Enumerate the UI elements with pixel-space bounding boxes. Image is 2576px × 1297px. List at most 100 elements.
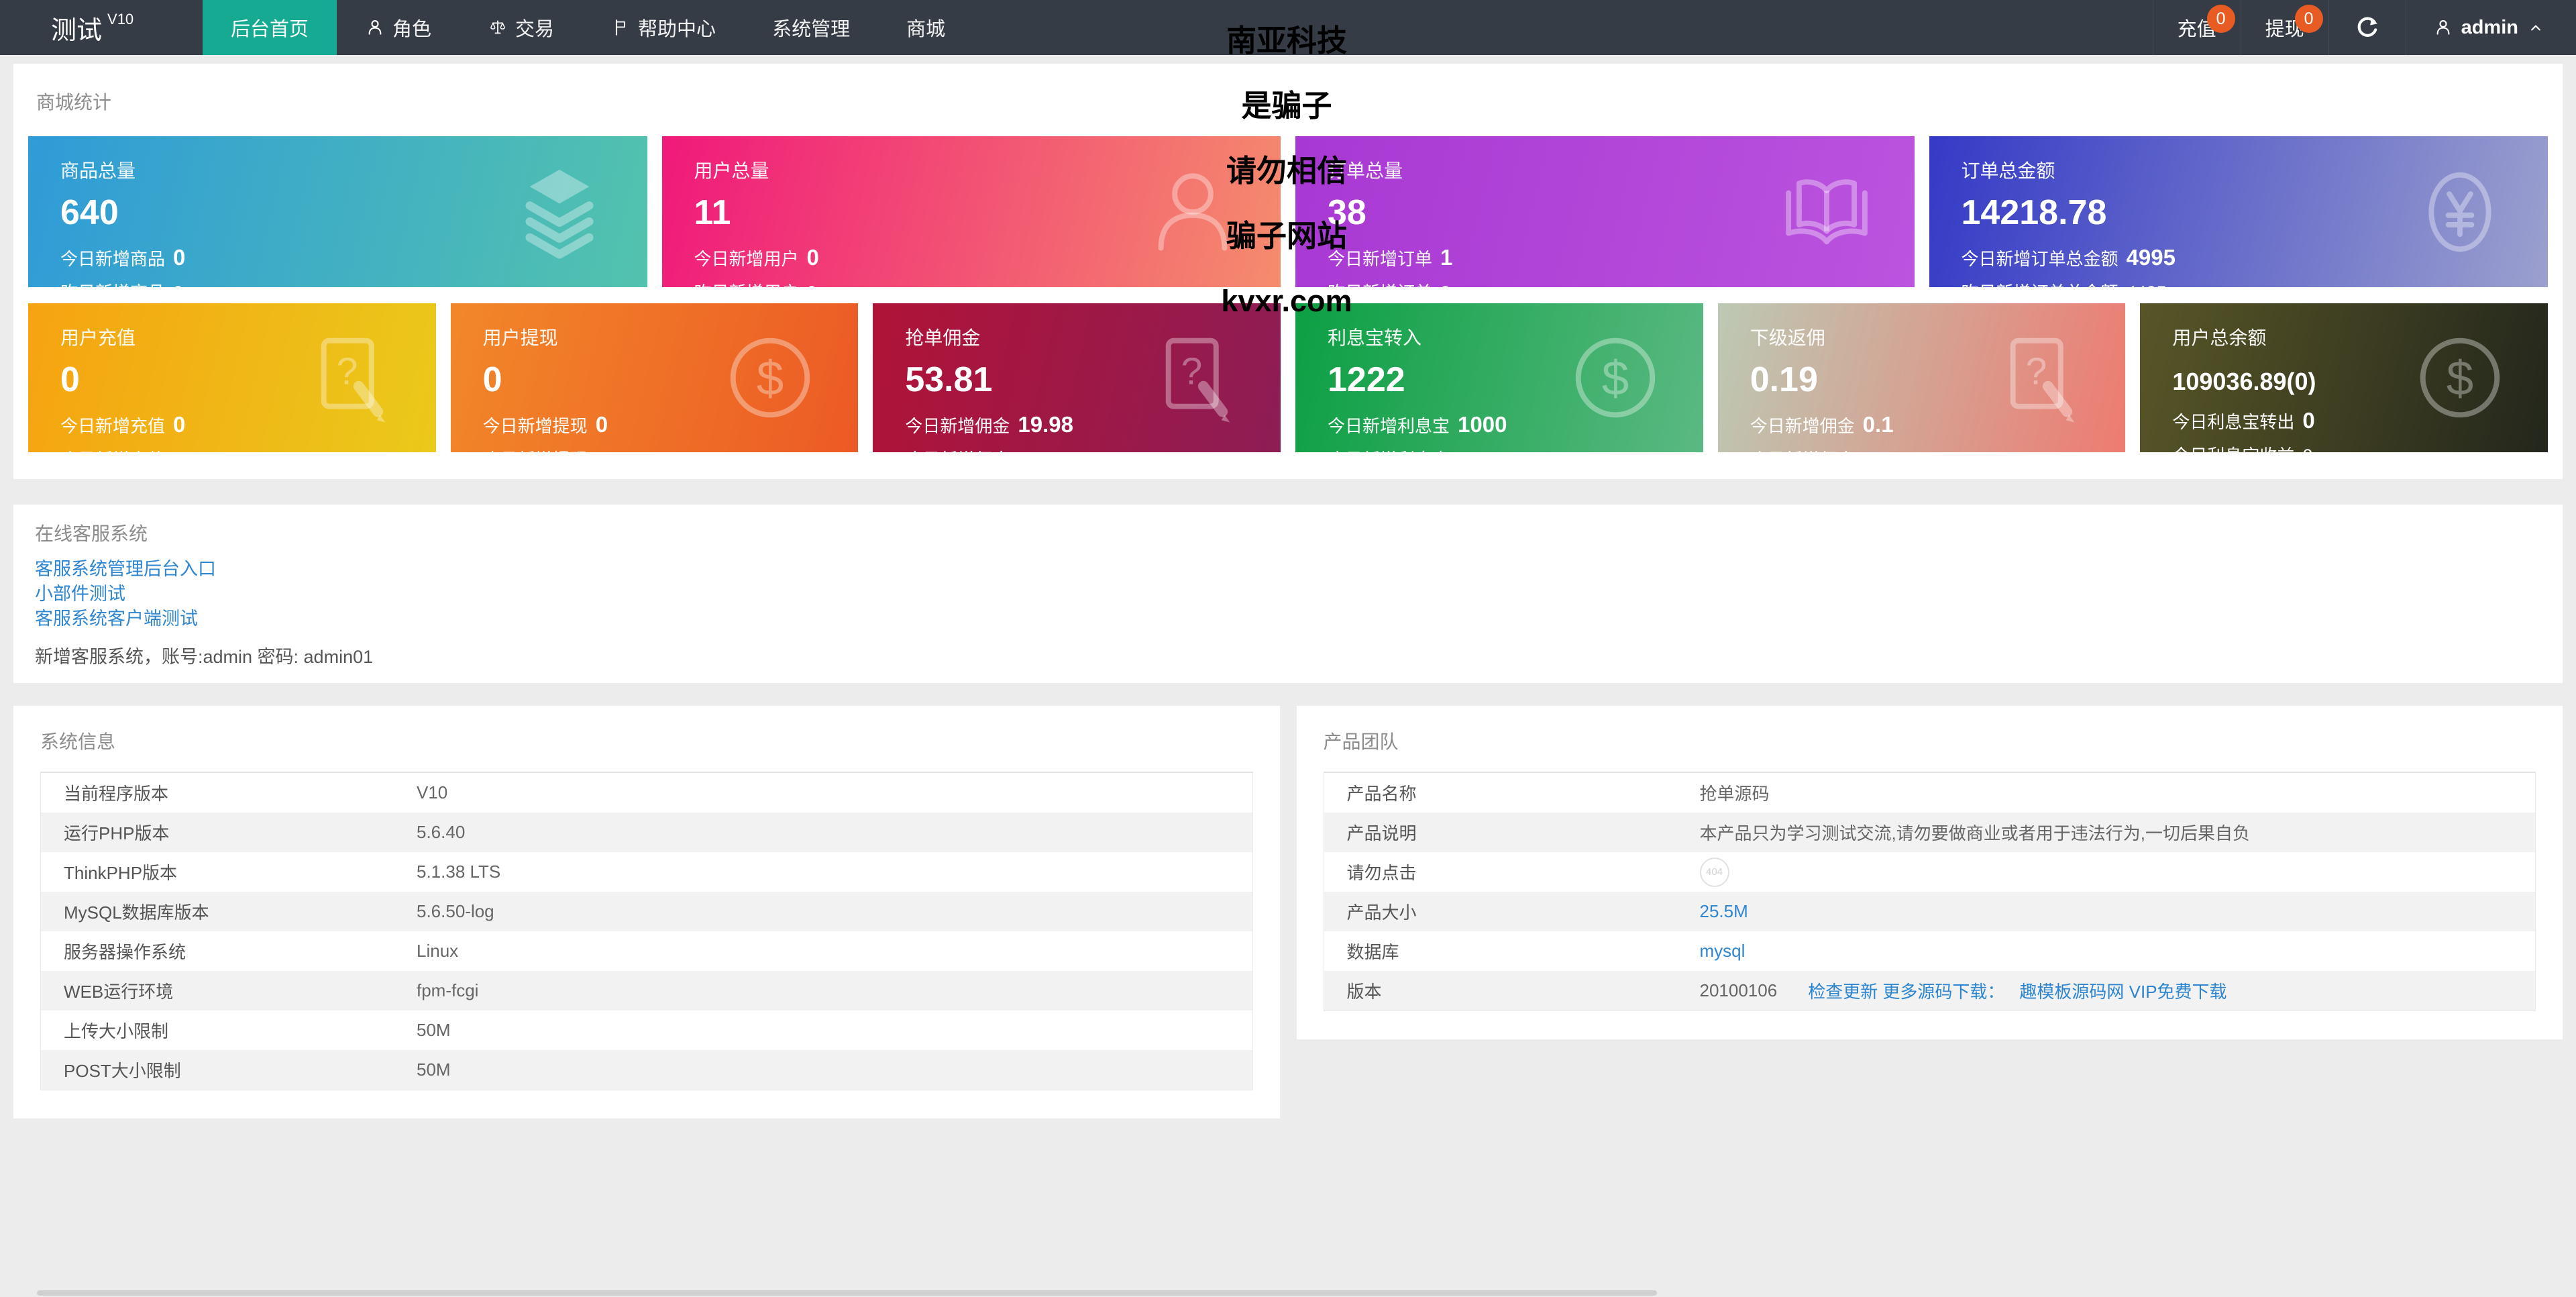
stat-line-label: 今日新增用户 xyxy=(694,249,799,269)
service-client-test-link[interactable]: 客服系统客户端测试 xyxy=(35,607,2541,631)
book-icon xyxy=(1774,159,1880,265)
stat-card-total-orders: 订单总量 38 今日新增订单1 昨日新增订单2 xyxy=(1295,136,1915,287)
row-label: 请勿点击 xyxy=(1346,863,1417,883)
tab-help-center-label: 帮助中心 xyxy=(638,19,716,40)
table-row: POST大小限制 50M xyxy=(41,1050,1252,1090)
service-links: 客服系统管理后台入口 小部件测试 客服系统客户端测试 xyxy=(35,557,2541,631)
stat-line-label: 今日新增佣金 xyxy=(905,416,1010,436)
stat-line-label: 昨日新增用户 xyxy=(694,279,799,287)
stats-row-2: 用户充值 0 今日新增充值0 昨日新增充值0 用户提现 0 今日新增提现0 昨日… xyxy=(28,303,2548,452)
stat-line-label: 今日新增订单总金额 xyxy=(1961,249,2118,269)
product-team-table: 产品名称 抢单源码 产品说明 本产品只为学习测试交流,请勿要做商业或者用于违法行… xyxy=(1323,772,2536,1011)
row-value: 404 xyxy=(1699,857,1729,887)
stat-line-label: 今日新增充值 xyxy=(60,416,166,436)
chevron-up-icon xyxy=(2528,19,2544,36)
tab-trade[interactable]: 交易 xyxy=(460,0,582,55)
table-row: 服务器操作系统 Linux xyxy=(41,931,1252,971)
tab-help-center[interactable]: 帮助中心 xyxy=(582,0,744,55)
stat-card-order-commission: 抢单佣金 53.81 今日新增佣金19.98 昨日新增佣金17.98 xyxy=(873,303,1281,452)
user-icon xyxy=(1140,159,1246,265)
stat-card-total-users: 用户总量 11 今日新增用户0 昨日新增用户0 xyxy=(661,136,1281,287)
stat-line-value: 0 xyxy=(806,245,819,270)
horizontal-scrollbar[interactable] xyxy=(37,1290,1657,1296)
refresh-button[interactable] xyxy=(2328,0,2406,55)
tab-roles[interactable]: 角色 xyxy=(337,0,460,55)
check-update-link[interactable]: 检查更新 更多源码下载： xyxy=(1808,978,2004,1003)
table-row: 请勿点击 404 xyxy=(1324,852,2535,892)
stat-line-label: 昨日新增充值 xyxy=(60,446,165,452)
stat-line-label: 昨日新增利息宝 xyxy=(1328,446,1450,452)
row-label: WEB运行环境 xyxy=(64,982,174,1002)
stat-line-value: 4495 xyxy=(2127,282,2167,287)
table-row: MySQL数据库版本 5.6.50-log xyxy=(41,892,1252,931)
stat-line-value: 0 xyxy=(596,450,606,452)
stat-line-value: 0 xyxy=(2302,446,2312,452)
stat-card-user-recharge: 用户充值 0 今日新增充值0 昨日新增充值0 xyxy=(28,303,436,452)
table-row: 版本 20100106 检查更新 更多源码下载： 趣模板源码网 VIP免费下载 xyxy=(1324,971,2535,1010)
broken-image-404-icon: 404 xyxy=(1699,857,1729,887)
row-value: 5.6.50-log xyxy=(417,901,494,921)
tab-dashboard-label: 后台首页 xyxy=(231,19,309,40)
stat-line-label: 今日新增利息宝 xyxy=(1328,416,1450,436)
stat-line-value: 4995 xyxy=(2126,245,2176,270)
service-admin-entry-link[interactable]: 客服系统管理后台入口 xyxy=(35,557,2541,582)
tab-system-management-label: 系统管理 xyxy=(772,19,851,40)
tab-shop-label: 商城 xyxy=(906,19,946,40)
version-number: 20100106 xyxy=(1699,980,1778,1000)
user-icon xyxy=(365,17,385,38)
dollar-circle-icon xyxy=(2407,325,2513,431)
withdraw-button[interactable]: 提现 0 xyxy=(2240,0,2328,55)
database-link[interactable]: mysql xyxy=(1700,941,1746,962)
system-info-panel: 系统信息 当前程序版本 V10 运行PHP版本 5.6.40 ThinkPHP版本 5… xyxy=(13,706,1280,1119)
row-value: 抢单源码 xyxy=(1699,784,1770,804)
row-value: Linux xyxy=(417,941,459,961)
template-site-link[interactable]: 趣模板源码网 VIP免费下载 xyxy=(2019,978,2226,1003)
tab-dashboard[interactable]: 后台首页 xyxy=(203,0,337,55)
tab-shop[interactable]: 商城 xyxy=(878,0,973,55)
dollar-circle-icon xyxy=(717,325,823,431)
row-label: 版本 xyxy=(1346,982,1382,1002)
stat-line-label: 昨日新增提现 xyxy=(483,446,588,452)
recharge-button[interactable]: 充值 0 xyxy=(2152,0,2241,55)
product-size-link[interactable]: 25.5M xyxy=(1700,901,1748,922)
username: admin xyxy=(2461,16,2518,38)
brand-version: V10 xyxy=(107,11,134,28)
layers-icon xyxy=(506,159,612,265)
product-team-panel: 产品团队 产品名称 抢单源码 产品说明 本产品只为学习测试交流,请勿要做商业或者… xyxy=(1296,706,2563,1039)
row-label: 产品名称 xyxy=(1346,784,1417,804)
row-value: 50M xyxy=(417,1020,451,1040)
stat-line-value: 0 xyxy=(173,412,186,437)
stat-line-value: 0.09 xyxy=(1863,450,1898,452)
widget-test-link[interactable]: 小部件测试 xyxy=(35,582,2541,607)
tab-system-management[interactable]: 系统管理 xyxy=(744,0,878,55)
row-label: 数据库 xyxy=(1346,942,1399,962)
withdraw-badge: 0 xyxy=(2294,5,2323,33)
system-info-table: 当前程序版本 V10 运行PHP版本 5.6.40 ThinkPHP版本 5.1.38… xyxy=(40,772,1253,1090)
row-value: V10 xyxy=(417,782,448,802)
stat-line-label: 昨日新增商品 xyxy=(60,279,165,287)
stat-card-sub-rebate: 下级返佣 0.19 今日新增佣金0.1 昨日新增佣金0.09 xyxy=(1717,303,2126,452)
stat-line-label: 今日新增商品 xyxy=(60,249,166,269)
online-service-panel: 在线客服系统 客服系统管理后台入口 小部件测试 客服系统客户端测试 新增客服系统… xyxy=(13,505,2563,683)
scales-icon xyxy=(488,17,508,38)
row-label: 服务器操作系统 xyxy=(64,942,186,962)
yen-icon xyxy=(2407,159,2513,265)
user-menu[interactable]: admin xyxy=(2405,0,2576,55)
dollar-circle-icon xyxy=(1562,325,1668,431)
stat-line-value: 17.98 xyxy=(1018,450,1063,452)
table-row: 产品说明 本产品只为学习测试交流,请勿要做商业或者用于违法行为,一切后果自负 xyxy=(1324,813,2535,852)
bottom-panels: 系统信息 当前程序版本 V10 运行PHP版本 5.6.40 ThinkPHP版本 5… xyxy=(13,706,2563,1119)
stat-line-value: 0 xyxy=(2302,408,2315,433)
app-brand[interactable]: 测试 V10 xyxy=(0,0,203,55)
stat-line-label: 今日新增订单 xyxy=(1328,249,1433,269)
row-value: fpm-fcgi xyxy=(417,980,479,1000)
flag-icon xyxy=(610,17,631,38)
stat-line-value: 0 xyxy=(173,450,183,452)
row-label: ThinkPHP版本 xyxy=(64,863,178,883)
row-label: 上传大小限制 xyxy=(64,1021,169,1041)
section-title: 商城统计 xyxy=(36,92,112,113)
row-label: MySQL数据库版本 xyxy=(64,902,209,923)
stat-line-label: 昨日新增订单总金额 xyxy=(1962,279,2118,287)
section-title: 在线客服系统 xyxy=(35,523,148,544)
stat-card-interest-in: 利息宝转入 1222 今日新增利息宝1000 昨日新增利息宝0 xyxy=(1295,303,1703,452)
